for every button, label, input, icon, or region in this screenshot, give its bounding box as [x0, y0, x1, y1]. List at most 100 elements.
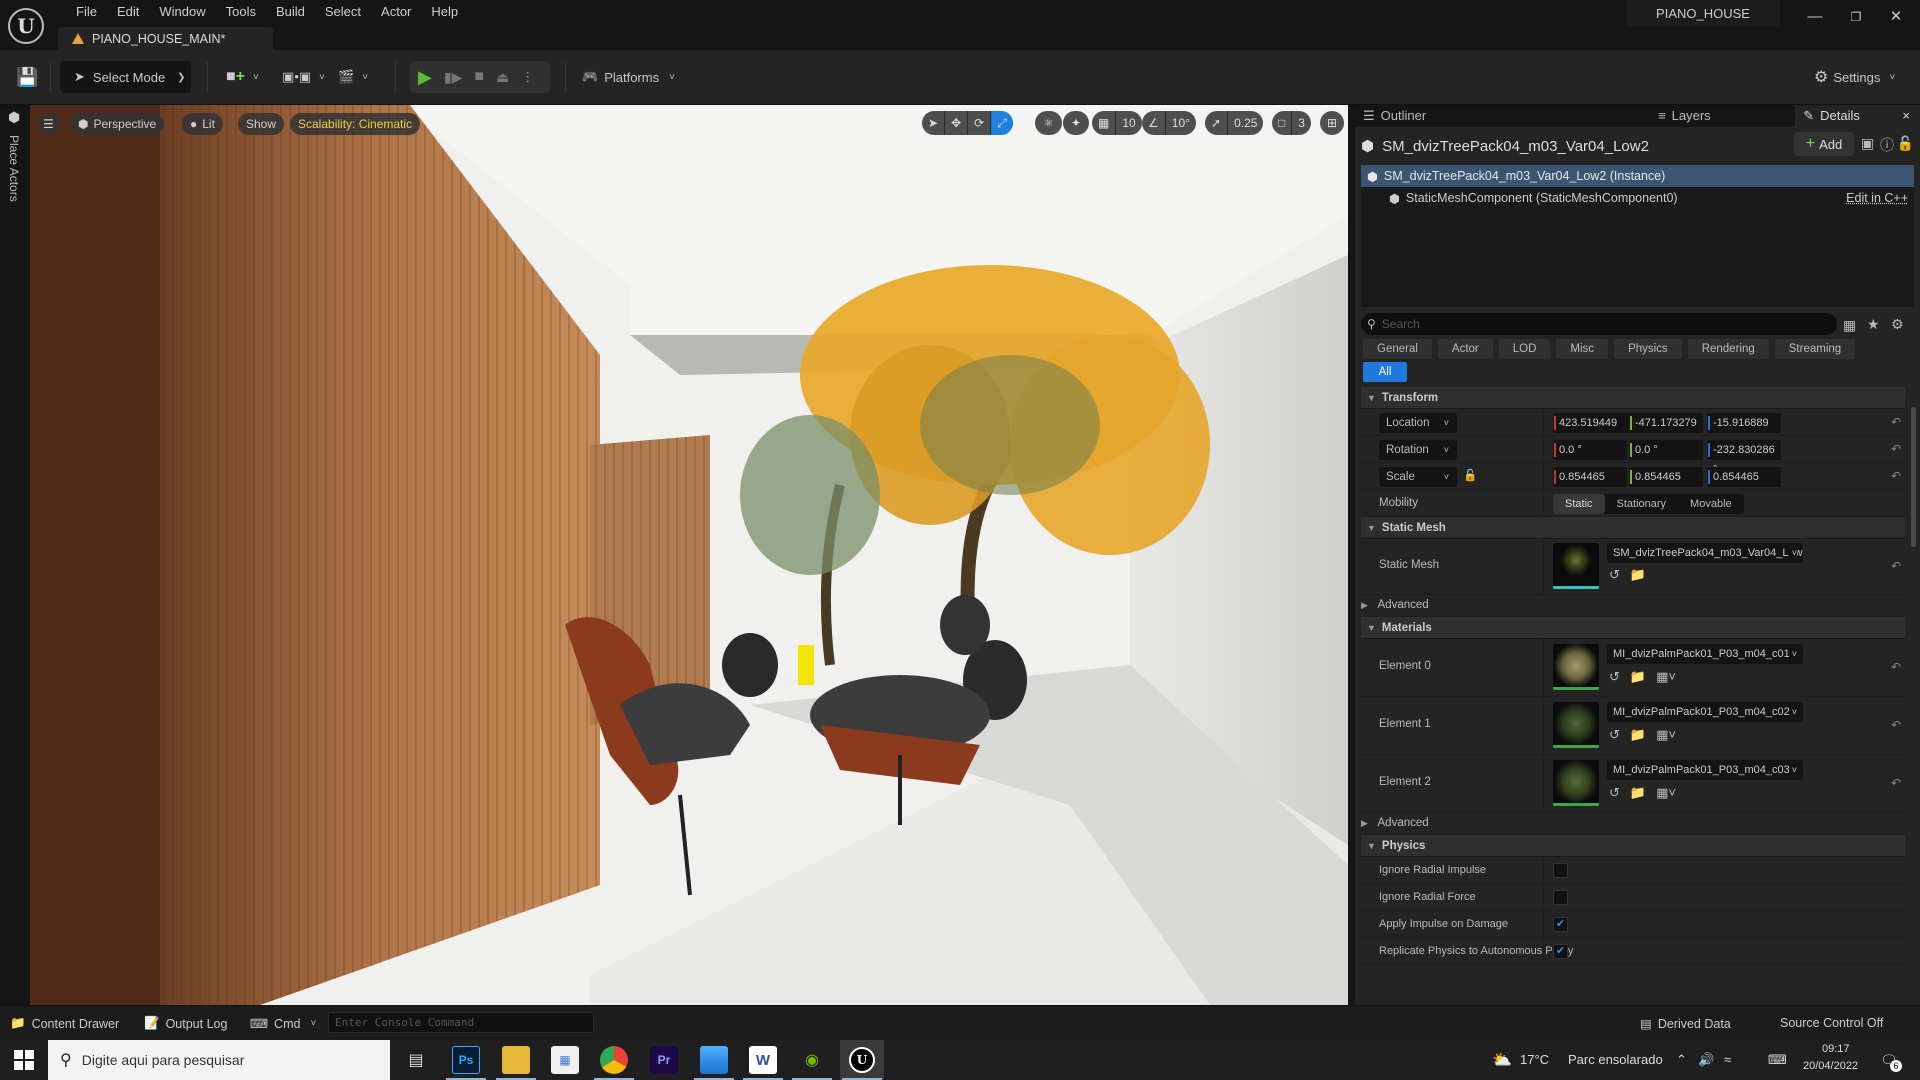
unreal-logo-icon[interactable]: U [8, 8, 44, 44]
browse-folder-icon[interactable]: 📁 [1630, 785, 1646, 801]
ignore-radial-force-checkbox[interactable] [1553, 890, 1568, 905]
task-view-icon[interactable]: ▤ [402, 1046, 430, 1074]
tab-details[interactable]: ✎ Details × [1795, 105, 1920, 127]
filter-streaming[interactable]: Streaming [1774, 339, 1856, 359]
mobility-static[interactable]: Static [1553, 494, 1605, 514]
rotation-dropdown[interactable]: Rotation ˅ [1379, 440, 1457, 460]
scale-x-field[interactable]: 0.854465 [1553, 467, 1627, 487]
material-thumbnail[interactable] [1553, 644, 1599, 690]
chrome-icon[interactable] [600, 1046, 628, 1074]
tab-layers[interactable]: ≡ Layers [1493, 105, 1795, 127]
keyboard-icon[interactable]: ⌨ [1768, 1052, 1787, 1068]
filter-misc[interactable]: Misc [1556, 339, 1609, 359]
browse-folder-icon[interactable]: 📁 [1630, 727, 1646, 743]
category-transform[interactable]: ▼ Transform [1361, 387, 1905, 409]
viewport-layout-button[interactable]: ⊞ [1320, 111, 1345, 135]
scale-y-field[interactable]: 0.854465 [1629, 467, 1703, 487]
place-actors-tab[interactable]: Place Actors [7, 135, 21, 202]
output-log-button[interactable]: 📝 Output Log [144, 1016, 227, 1031]
photoshop-icon[interactable]: Ps [452, 1046, 480, 1074]
checker-icon[interactable]: ▦˅ [1656, 785, 1676, 801]
premiere-pro-icon[interactable]: Pr [650, 1046, 678, 1074]
level-viewport[interactable]: ☰ ⬢ Perspective ● Lit Show Scalability: … [30, 105, 1348, 1005]
taskbar-search-input[interactable] [81, 1052, 362, 1068]
menu-select[interactable]: Select [315, 4, 371, 20]
material-thumbnail[interactable] [1553, 702, 1599, 748]
reset-arrow-icon[interactable]: ↶ [1891, 559, 1901, 573]
advanced-row[interactable]: ▶ Advanced [1361, 813, 1905, 835]
select-tool-icon[interactable]: ➤ [922, 111, 946, 135]
more-options-icon[interactable]: ⋮ [521, 69, 534, 85]
windows-start-icon[interactable] [14, 1050, 34, 1070]
menu-edit[interactable]: Edit [107, 4, 149, 20]
rotation-z-field[interactable]: -232.830286 ° [1707, 440, 1781, 476]
material-picker[interactable]: MI_dvizPalmPack01_P03_m04_c02 ˅ [1607, 702, 1803, 722]
component-row-instance[interactable]: ⬢ SM_dvizTreePack04_m03_Var04_Low2 (Inst… [1361, 165, 1914, 187]
select-mode-dropdown[interactable]: ➤ Select Mode ❯ [60, 61, 191, 93]
tab-outliner[interactable]: ☰ Outliner [1355, 105, 1493, 127]
use-selected-icon[interactable]: ↺ [1609, 727, 1620, 743]
weather-temperature[interactable]: 17°C [1520, 1052, 1549, 1067]
viewport-menu-button[interactable]: ☰ [38, 113, 62, 135]
location-z-field[interactable]: -15.916889 [1707, 413, 1781, 433]
actor-name[interactable]: SM_dvizTreePack04_m03_Var04_Low2 [1382, 138, 1649, 155]
menu-window[interactable]: Window [149, 4, 215, 20]
close-tab-icon[interactable]: × [1902, 105, 1910, 127]
add-component-button[interactable]: + Add [1794, 132, 1854, 156]
level-tab[interactable]: PIANO_HOUSE_MAIN* [58, 27, 273, 50]
use-selected-icon[interactable]: ↺ [1609, 669, 1620, 685]
volume-icon[interactable]: 🔊 [1698, 1052, 1714, 1068]
reset-arrow-icon[interactable]: ↶ [1891, 469, 1901, 483]
menu-build[interactable]: Build [266, 4, 315, 20]
use-selected-icon[interactable]: ↺ [1609, 785, 1620, 801]
static-mesh-thumbnail[interactable] [1553, 543, 1599, 589]
scale-lock-icon[interactable]: 🔓 [1463, 468, 1477, 482]
microsoft-store-icon[interactable]: ▦ [551, 1046, 579, 1074]
cinematics-button[interactable]: 🎬 ˅ [338, 61, 368, 93]
restore-button[interactable]: ❐ [1841, 5, 1871, 29]
filter-physics[interactable]: Physics [1614, 339, 1682, 359]
category-static-mesh[interactable]: ▼ Static Mesh [1361, 517, 1905, 539]
perspective-dropdown[interactable]: ⬢ Perspective [70, 113, 165, 135]
taskbar-search[interactable]: ⚲ [48, 1040, 390, 1080]
menu-help[interactable]: Help [421, 4, 468, 20]
source-control-button[interactable]: Source Control Off [1780, 1016, 1883, 1030]
favorites-star-icon[interactable]: ★ [1867, 316, 1880, 333]
rotation-y-field[interactable]: 0.0 ° [1629, 440, 1703, 460]
word-icon[interactable]: W [749, 1046, 777, 1074]
wifi-icon[interactable]: ≈ [1724, 1052, 1731, 1067]
details-search-input[interactable] [1381, 317, 1802, 331]
location-dropdown[interactable]: Location ˅ [1379, 413, 1457, 433]
mobility-stationary[interactable]: Stationary [1605, 494, 1679, 514]
category-materials[interactable]: ▼ Materials [1361, 617, 1905, 639]
scale-z-field[interactable]: 0.854465 [1707, 467, 1781, 487]
derived-data-button[interactable]: ▤ Derived Data [1640, 1016, 1731, 1032]
mobility-movable[interactable]: Movable [1678, 494, 1744, 514]
file-explorer-icon[interactable] [502, 1046, 530, 1074]
content-drawer-button[interactable]: 📁 Content Drawer [10, 1016, 119, 1031]
reset-arrow-icon[interactable]: ↶ [1891, 442, 1901, 456]
filter-actor[interactable]: Actor [1437, 339, 1493, 359]
clock-date[interactable]: 20/04/2022 [1803, 1060, 1858, 1072]
weather-icon[interactable]: ⛅ [1492, 1050, 1512, 1070]
rotation-x-field[interactable]: 0.0 ° [1553, 440, 1627, 460]
photos-icon[interactable] [700, 1046, 728, 1074]
world-local-toggle[interactable]: ⚛ [1035, 111, 1062, 135]
cmd-dropdown[interactable]: ⌨ Cmd ˅ [250, 1016, 316, 1032]
weather-description[interactable]: Parc ensolarado [1568, 1052, 1663, 1067]
replicate-physics-checkbox[interactable]: ✔ [1553, 944, 1568, 959]
clock-time[interactable]: 09:17 [1822, 1043, 1850, 1055]
translate-tool-icon[interactable]: ✥ [945, 111, 969, 135]
advanced-row[interactable]: ▶ Advanced [1361, 595, 1905, 617]
filter-lod[interactable]: LOD [1498, 339, 1551, 359]
close-button[interactable]: ✕ [1881, 5, 1911, 29]
stop-icon[interactable]: ■ [474, 68, 484, 86]
browse-folder-icon[interactable]: 📁 [1630, 669, 1646, 685]
filter-general[interactable]: General [1363, 339, 1432, 359]
lock-icon[interactable]: 🔓 [1897, 135, 1914, 152]
material-thumbnail[interactable] [1553, 760, 1599, 806]
eject-icon[interactable]: ⏏ [496, 69, 509, 86]
settings-dropdown[interactable]: ⚙ Settings ˅ [1814, 61, 1895, 93]
add-actor-button[interactable]: ■+ ˅ [226, 61, 259, 93]
material-picker[interactable]: MI_dvizPalmPack01_P03_m04_c01 ˅ [1607, 644, 1803, 664]
